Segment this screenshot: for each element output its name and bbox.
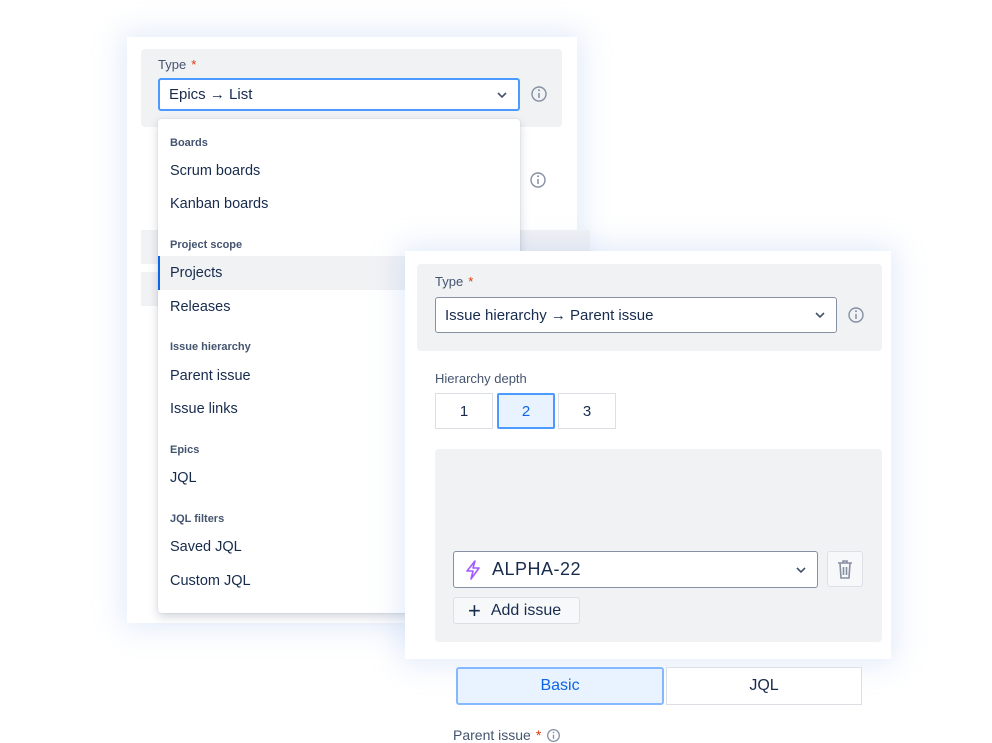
- menu-item-scrum-boards[interactable]: Scrum boards: [170, 163, 260, 179]
- menu-item-projects[interactable]: Projects: [170, 265, 222, 281]
- menu-item-custom-jql[interactable]: Custom JQL: [170, 573, 251, 589]
- info-icon[interactable]: [529, 171, 547, 189]
- menu-item-kanban-boards[interactable]: Kanban boards: [170, 196, 268, 212]
- chevron-down-icon: [815, 312, 825, 319]
- menu-item-jql[interactable]: JQL: [170, 470, 197, 486]
- delete-issue-button[interactable]: [827, 551, 863, 587]
- menu-group-boards: Boards: [170, 137, 208, 149]
- type-select[interactable]: Issue hierarchy → Parent issue: [435, 297, 837, 333]
- epic-lightning-icon: [466, 559, 480, 580]
- menu-group-jql-filters: JQL filters: [170, 513, 225, 525]
- menu-item-parent-issue[interactable]: Parent issue: [170, 368, 251, 384]
- menu-item-issue-links[interactable]: Issue links: [170, 401, 238, 417]
- parent-issue-value: ALPHA-22: [492, 559, 582, 579]
- info-icon[interactable]: [530, 85, 548, 103]
- chevron-down-icon: [497, 91, 507, 98]
- type-select[interactable]: Epics → List: [158, 78, 520, 111]
- mode-tab-basic[interactable]: Basic: [456, 667, 664, 705]
- menu-item-saved-jql[interactable]: Saved JQL: [170, 539, 242, 555]
- parent-issue-select[interactable]: ALPHA-22: [453, 551, 818, 588]
- depth-option-1[interactable]: 1: [435, 393, 493, 429]
- parent-issue-label: Parent issue *: [453, 727, 561, 743]
- type-select-value: Issue hierarchy → Parent issue: [445, 306, 654, 324]
- type-label: Type *: [158, 57, 197, 72]
- plus-icon: +: [468, 597, 481, 623]
- hierarchy-depth-label: Hierarchy depth: [435, 371, 527, 386]
- type-label: Type *: [435, 274, 474, 289]
- type-panel: Type * Epics → List: [141, 49, 562, 127]
- add-issue-label: Add issue: [490, 601, 562, 619]
- mode-tab-jql[interactable]: JQL: [666, 667, 862, 705]
- depth-option-3[interactable]: 3: [558, 393, 616, 429]
- trash-icon: [838, 560, 852, 579]
- depth-option-2[interactable]: 2: [497, 393, 555, 429]
- menu-group-epics: Epics: [170, 444, 200, 456]
- type-select-value: Epics → List: [169, 86, 253, 103]
- menu-group-issue-hierarchy: Issue hierarchy: [170, 341, 251, 353]
- menu-item-releases[interactable]: Releases: [170, 299, 230, 315]
- info-icon[interactable]: [546, 728, 561, 743]
- menu-group-project-scope: Project scope: [170, 239, 243, 251]
- info-icon[interactable]: [847, 306, 865, 324]
- chevron-down-icon: [796, 566, 806, 573]
- type-panel: Type * Issue hierarchy → Parent issue: [417, 264, 882, 351]
- add-issue-button[interactable]: + Add issue: [453, 597, 580, 624]
